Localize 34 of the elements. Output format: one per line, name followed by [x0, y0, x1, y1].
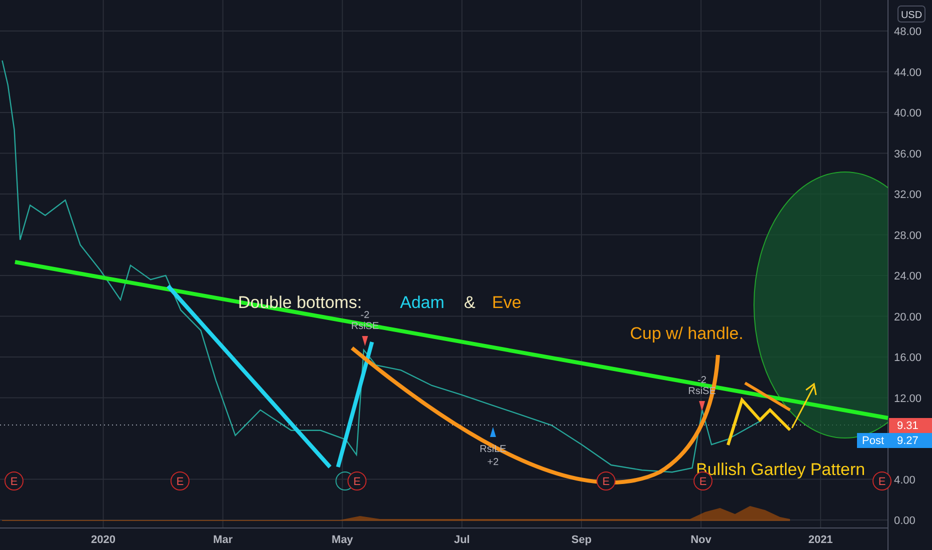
earnings-marker[interactable]: E — [170, 472, 190, 490]
price-axis-label: 12.00 — [894, 392, 922, 405]
earnings-marker[interactable]: E — [4, 472, 24, 490]
earnings-marker[interactable]: E — [872, 472, 892, 490]
price-axis-label: 16.00 — [894, 352, 922, 364]
time-axis-label: Sep — [571, 534, 592, 546]
price-axis-label: 24.00 — [894, 270, 922, 282]
price-axis-label: 28.00 — [894, 230, 922, 242]
time-axis-label: May — [332, 534, 354, 546]
earnings-marker[interactable]: E — [596, 472, 616, 490]
last-price-label: 9.31 — [889, 418, 932, 433]
currency-button[interactable]: USD — [898, 6, 926, 22]
earnings-marker[interactable]: E — [348, 472, 366, 490]
price-axis-label: 4.00 — [894, 474, 916, 486]
price-axis-label: 44.00 — [894, 66, 922, 79]
price-axis-label: 0.00 — [894, 515, 916, 527]
annotation-text[interactable]: Cup w/ handle. — [630, 324, 744, 343]
time-axis-label: 2021 — [808, 534, 833, 546]
signal-count: -2 — [698, 375, 706, 386]
price-axis-label: 40.00 — [894, 108, 922, 120]
annotation-text[interactable]: Adam — [400, 293, 444, 312]
price-axis-label: 20.00 — [894, 311, 922, 324]
post-price-label: Post 9.27 — [857, 433, 932, 448]
time-axis-label: 2020 — [91, 534, 116, 546]
signal-count: +2 — [487, 457, 499, 468]
price-axis-label: 32.00 — [894, 189, 922, 201]
time-axis-label: Jul — [454, 534, 470, 546]
annotation-text[interactable]: & — [464, 293, 476, 312]
time-axis-label: Mar — [213, 534, 233, 546]
signal-count: -2 — [360, 310, 370, 321]
annotation-text[interactable]: Eve — [492, 293, 522, 312]
price-axis-label: 48.00 — [894, 26, 922, 38]
time-axis-label: Nov — [690, 534, 712, 546]
price-axis-label: 36.00 — [894, 148, 922, 160]
